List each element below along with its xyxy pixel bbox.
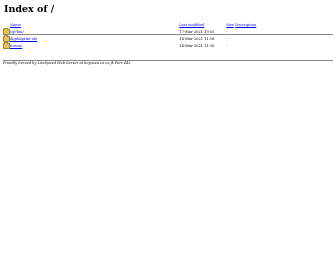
row-date-cell: 14-Mar-2021 11:16 — [179, 36, 215, 41]
directory-listing: Name Last modified Size Description cgi-… — [3, 21, 303, 49]
directory-link-cgi-bin[interactable]: cgi-bin/ — [10, 30, 24, 34]
description-header[interactable]: Description — [235, 21, 303, 28]
row-date-cell: 14-Mar-2021 11:16 — [179, 43, 215, 48]
row-size-cell: - — [226, 36, 228, 41]
row-size-cell: - — [226, 43, 228, 48]
name-header[interactable]: Name — [10, 21, 179, 28]
row-icon-cell — [3, 35, 10, 42]
icon-header — [3, 21, 10, 28]
row-icon-cell — [3, 42, 10, 49]
row-name-cell: forum/ — [10, 42, 179, 49]
table-row: digitalprint-sb/ 14-Mar-2021 11:16 - — [3, 35, 303, 42]
directory-link-digitalprint-sb[interactable]: digitalprint-sb/ — [10, 37, 37, 41]
row-description-cell — [235, 42, 303, 49]
last-modified-header[interactable]: Last modified — [179, 21, 226, 28]
table-row: forum/ 14-Mar-2021 11:16 - — [3, 42, 303, 49]
sort-by-name-link[interactable]: Name — [10, 23, 21, 27]
directory-link-forum[interactable]: forum/ — [10, 44, 22, 48]
sort-by-size-link[interactable]: Size — [226, 23, 234, 27]
header-row: Name Last modified Size Description — [3, 21, 303, 28]
row-name-cell: digitalprint-sb/ — [10, 35, 179, 42]
server-signature: Proudly Served by LiteSpeed Web Server a… — [3, 61, 131, 65]
size-header[interactable]: Size — [226, 21, 235, 28]
header-divider — [3, 34, 333, 35]
sort-by-description-link[interactable]: Description — [235, 23, 256, 27]
folder-icon — [3, 35, 10, 42]
folder-icon — [3, 42, 10, 49]
sort-by-last-modified-link[interactable]: Last modified — [179, 23, 204, 27]
page-title: Index of / — [4, 4, 55, 15]
row-description-cell — [235, 35, 303, 42]
